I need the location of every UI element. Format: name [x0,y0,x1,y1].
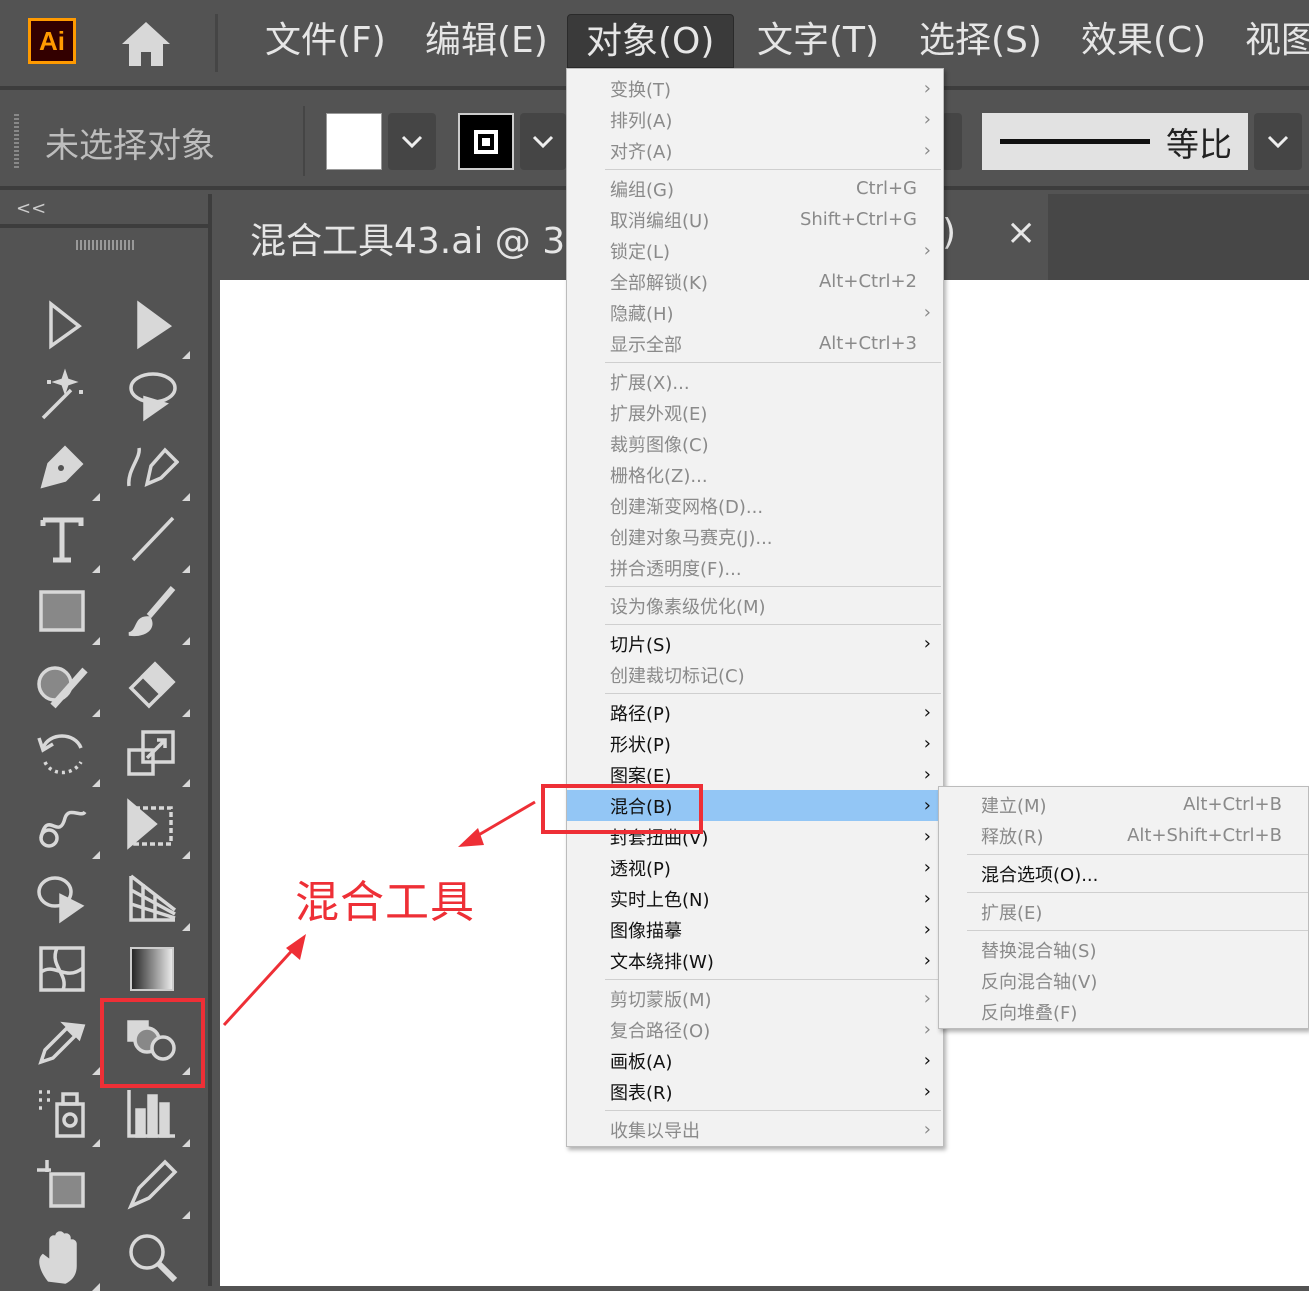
annotation-arrowhead-menu [458,828,484,847]
annotation-arrow-to-tool [222,942,300,1027]
annotation-arrowhead-tool [286,934,306,960]
annotation-arrows [222,800,536,1027]
